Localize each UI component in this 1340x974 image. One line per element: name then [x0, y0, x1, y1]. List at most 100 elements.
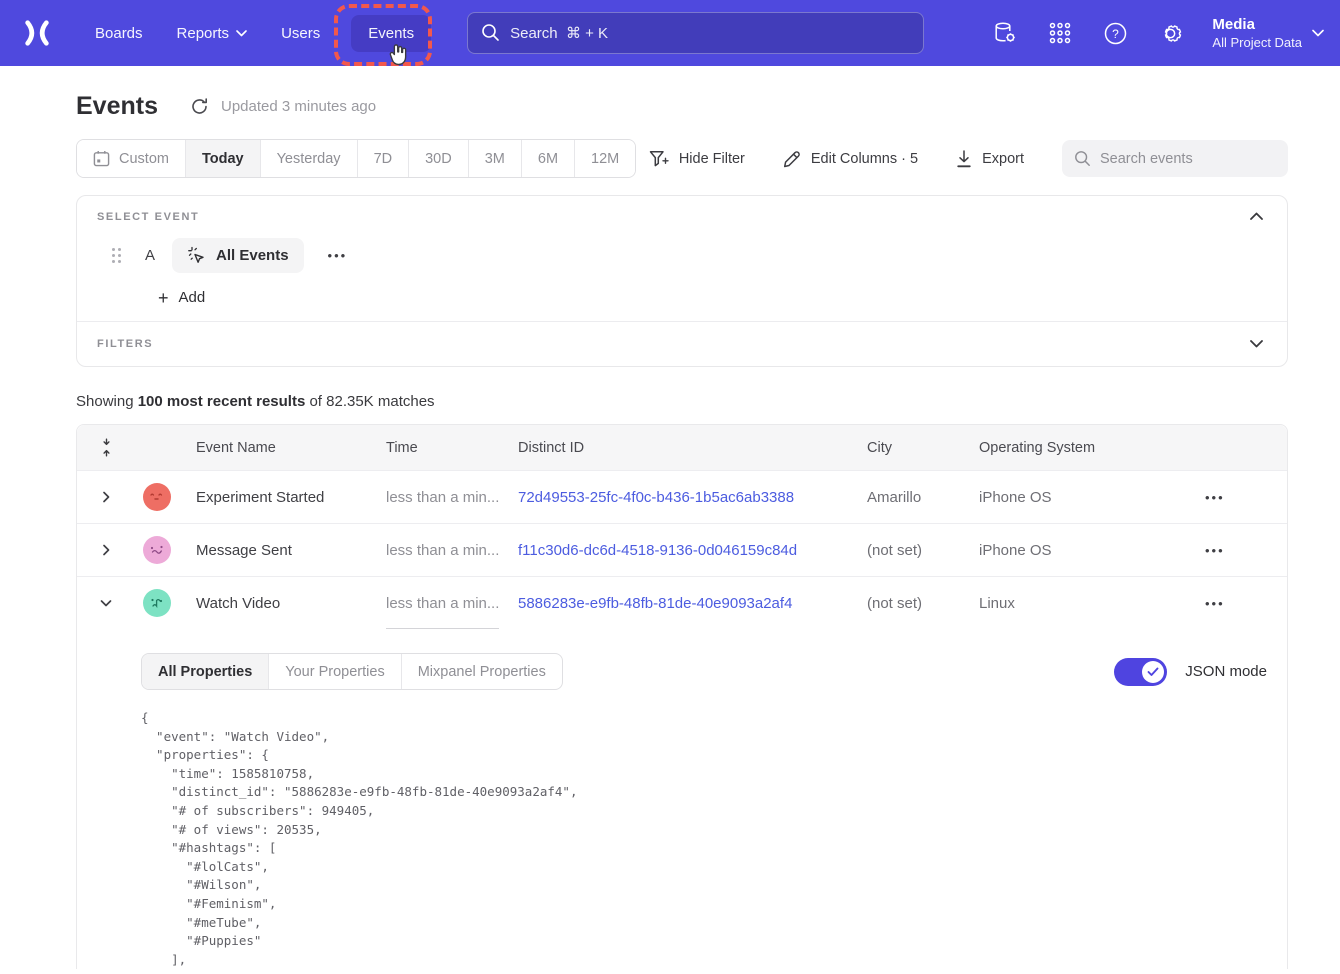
os-cell: iPhone OS: [962, 489, 1170, 506]
time-cell: less than a min...: [369, 595, 501, 612]
select-event-label: SELECT EVENT: [97, 211, 1267, 223]
pencil-icon: [783, 150, 801, 168]
os-cell: iPhone OS: [962, 542, 1170, 559]
svg-text:?: ?: [1112, 27, 1119, 41]
nav-item-users[interactable]: Users: [264, 15, 337, 52]
table-row-expanded: Watch Video less than a min... 5886283e-…: [77, 576, 1287, 629]
sparkle-cursor-icon: [187, 246, 206, 265]
date-range-today[interactable]: Today: [185, 140, 260, 177]
filters-label: FILTERS: [97, 338, 153, 350]
global-search: [467, 12, 924, 54]
clause-more-button[interactable]: •••: [328, 248, 348, 263]
json-mode-toggle[interactable]: [1114, 658, 1167, 686]
search-icon: [1074, 150, 1091, 167]
events-table: Event Name Time Distinct ID City Operati…: [76, 424, 1288, 969]
date-range-6m[interactable]: 6M: [521, 140, 574, 177]
search-events: [1062, 140, 1288, 177]
date-range-picker: Custom Today Yesterday 7D 30D 3M 6M 12M: [76, 139, 636, 178]
json-mode-label: JSON mode: [1185, 663, 1267, 680]
event-avatar: [143, 589, 171, 617]
edit-columns-button[interactable]: Edit Columns · 5: [783, 150, 918, 168]
time-cell: less than a min...: [369, 489, 501, 506]
event-clause-row: A All Events •••: [97, 238, 1267, 273]
nav-item-events[interactable]: Events: [351, 15, 431, 52]
time-cell: less than a min...: [369, 542, 501, 559]
toggle-knob-check-icon: [1142, 661, 1164, 683]
settings-gear-icon[interactable]: [1157, 20, 1183, 46]
event-name-cell: Message Sent: [179, 542, 369, 559]
row-more-button[interactable]: •••: [1205, 596, 1225, 611]
updated-text: Updated 3 minutes ago: [221, 98, 376, 115]
distinct-id-link[interactable]: f11c30d6-dc6d-4518-9136-0d046159c84d: [501, 542, 850, 559]
col-header-city[interactable]: City: [850, 440, 962, 456]
table-header: Event Name Time Distinct ID City Operati…: [77, 425, 1287, 470]
event-avatar: [143, 536, 171, 564]
col-header-time[interactable]: Time: [369, 440, 501, 456]
col-header-event-name[interactable]: Event Name: [179, 440, 369, 456]
collapse-row-button[interactable]: [94, 592, 118, 614]
chevron-down-icon: [236, 30, 247, 37]
global-search-input[interactable]: [467, 12, 924, 54]
event-detail-panel: All Properties Your Properties Mixpanel …: [77, 629, 1287, 969]
tab-your-properties[interactable]: Your Properties: [268, 654, 400, 689]
refresh-icon[interactable]: [190, 97, 209, 116]
city-cell: Amarillo: [850, 489, 962, 506]
expand-row-button[interactable]: [95, 485, 117, 509]
city-cell: (not set): [850, 542, 962, 559]
date-range-yesterday[interactable]: Yesterday: [260, 140, 357, 177]
expand-row-button[interactable]: [95, 538, 117, 562]
event-name-cell: Watch Video: [179, 595, 369, 612]
project-subtitle: All Project Data: [1212, 34, 1302, 51]
nav-item-reports[interactable]: Reports: [160, 15, 265, 52]
project-switcher[interactable]: Media All Project Data: [1212, 15, 1324, 51]
event-json-content: { "event": "Watch Video", "properties": …: [141, 709, 1267, 969]
top-navbar: Boards Reports Users Events: [0, 0, 1340, 66]
date-range-7d[interactable]: 7D: [357, 140, 409, 177]
table-row: Experiment Started less than a min... 72…: [77, 470, 1287, 523]
event-name-cell: Experiment Started: [179, 489, 369, 506]
query-builder-card: SELECT EVENT A All Events •••: [76, 195, 1288, 367]
data-management-icon[interactable]: [992, 20, 1018, 46]
nav-item-boards[interactable]: Boards: [78, 15, 160, 52]
distinct-id-link[interactable]: 5886283e-e9fb-48fb-81de-40e9093a2af4: [501, 595, 850, 612]
hide-filter-button[interactable]: Hide Filter: [649, 150, 745, 168]
results-summary: Showing 100 most recent results of 82.35…: [76, 393, 1288, 410]
expand-filters-button[interactable]: [1246, 336, 1267, 352]
collapse-section-button[interactable]: [1246, 208, 1267, 224]
project-name: Media: [1212, 15, 1302, 34]
plus-icon: +: [158, 291, 169, 305]
properties-tabs: All Properties Your Properties Mixpanel …: [141, 653, 563, 690]
drag-handle[interactable]: [112, 248, 122, 263]
tab-all-properties[interactable]: All Properties: [142, 654, 268, 689]
add-event-button[interactable]: + Add: [158, 289, 205, 306]
tab-mixpanel-properties[interactable]: Mixpanel Properties: [401, 654, 562, 689]
date-range-12m[interactable]: 12M: [574, 140, 635, 177]
event-selector-button[interactable]: All Events: [172, 238, 304, 273]
date-range-30d[interactable]: 30D: [408, 140, 468, 177]
city-cell: (not set): [850, 595, 962, 612]
date-range-custom[interactable]: Custom: [77, 140, 185, 177]
divider: [386, 628, 499, 629]
distinct-id-link[interactable]: 72d49553-25fc-4f0c-b436-1b5ac6ab3388: [501, 489, 850, 506]
col-header-distinct-id[interactable]: Distinct ID: [501, 440, 850, 456]
row-more-button[interactable]: •••: [1205, 490, 1225, 505]
search-icon: [481, 23, 500, 42]
funnel-plus-icon: [649, 150, 669, 168]
download-icon: [956, 150, 972, 168]
table-row: Message Sent less than a min... f11c30d6…: [77, 523, 1287, 576]
search-events-input[interactable]: [1062, 140, 1288, 177]
clause-letter: A: [145, 247, 155, 264]
apps-grid-icon[interactable]: [1047, 20, 1073, 46]
help-icon[interactable]: ?: [1102, 20, 1128, 46]
col-header-os[interactable]: Operating System: [962, 440, 1170, 456]
export-button[interactable]: Export: [956, 150, 1024, 168]
date-range-3m[interactable]: 3M: [468, 140, 521, 177]
collapse-all-button[interactable]: [77, 438, 135, 457]
event-avatar: [143, 483, 171, 511]
os-cell: Linux: [962, 595, 1170, 612]
page-title: Events: [76, 92, 158, 121]
row-more-button[interactable]: •••: [1205, 543, 1225, 558]
mixpanel-logo-icon[interactable]: [22, 20, 52, 46]
chevron-down-icon: [1312, 29, 1324, 37]
calendar-icon: [93, 150, 110, 167]
